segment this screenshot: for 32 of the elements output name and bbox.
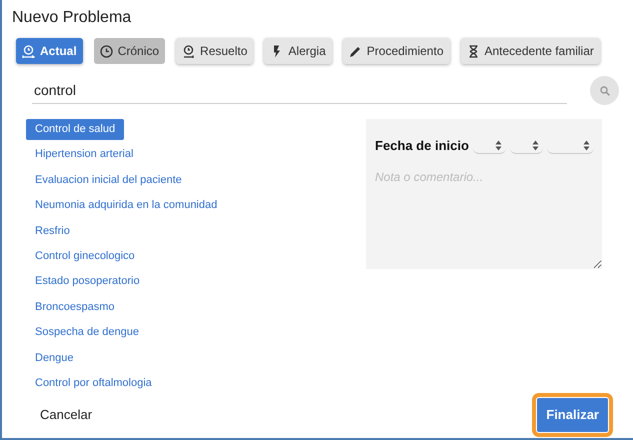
- problem-type-tab[interactable]: Antecedente familiar: [460, 38, 600, 64]
- clock-icon: [22, 44, 35, 58]
- problem-type-tab[interactable]: Alergia: [264, 38, 332, 64]
- cancel-button[interactable]: Cancelar: [40, 405, 92, 425]
- result-item[interactable]: Control ginecologico: [26, 246, 144, 267]
- result-item[interactable]: Dengue: [26, 348, 83, 369]
- result-item[interactable]: Hipertension arterial: [26, 144, 142, 166]
- note-field[interactable]: Nota o comentario...: [366, 156, 602, 269]
- spinner-arrows-icon: [532, 140, 539, 151]
- result-item[interactable]: Neumonia adquirida en la comunidad: [26, 195, 226, 216]
- clock-icon: [100, 44, 113, 58]
- start-date-label: Fecha de inicio: [375, 137, 469, 155]
- spinner-arrows-icon: [494, 140, 502, 151]
- result-item[interactable]: Sospecha de dengue: [26, 322, 148, 344]
- result-item[interactable]: Resfrio: [26, 220, 79, 242]
- problem-type-tab[interactable]: Procedimiento: [342, 38, 450, 64]
- hourglass-icon: [466, 44, 480, 58]
- result-item[interactable]: Evaluacion inicial del paciente: [26, 170, 191, 191]
- result-item[interactable]: Control por oftalmologia: [26, 372, 161, 394]
- result-item[interactable]: Estado posoperatorio: [26, 271, 149, 292]
- spinner-arrows-icon: [582, 140, 590, 151]
- dialog-title: Nuevo Problema: [11, 8, 132, 28]
- problem-type-tab[interactable]: Actual: [16, 38, 83, 64]
- problem-type-tab[interactable]: Crónico: [94, 38, 166, 64]
- pencil-icon: [348, 44, 362, 58]
- result-item[interactable]: Control de salud: [26, 119, 124, 140]
- clock-icon: [182, 44, 196, 58]
- problem-type-tab[interactable]: Resuelto: [176, 38, 254, 64]
- finish-button[interactable]: Finalizar: [537, 398, 608, 432]
- result-item[interactable]: Broncoespasmo: [26, 296, 124, 318]
- search-icon: [600, 86, 610, 96]
- search-button[interactable]: [590, 76, 619, 105]
